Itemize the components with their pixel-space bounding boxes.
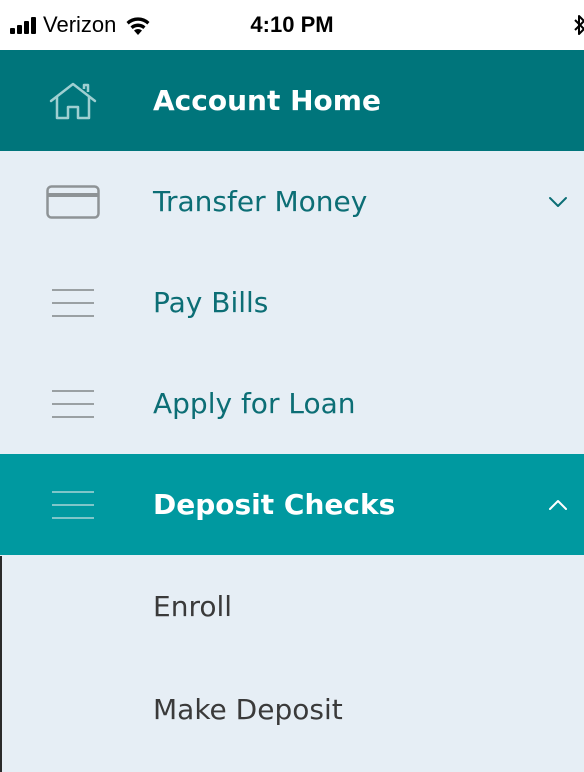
menu-item-pay-bills[interactable]: Pay Bills [0,252,584,353]
credit-card-icon [42,182,104,222]
submenu-item-make-deposit[interactable]: Make Deposit [0,658,584,761]
menu-item-apply-for-loan[interactable]: Apply for Loan [0,353,584,454]
status-bar: Verizon 4:10 PM [0,0,584,50]
menu-item-label: Deposit Checks [153,487,396,521]
chevron-down-icon[interactable] [546,190,570,214]
chevron-up-icon[interactable] [546,493,570,517]
menu-item-label: Pay Bills [153,285,269,319]
house-icon [42,81,104,121]
menu-item-label: Account Home [153,83,381,117]
menu-item-transfer-money[interactable]: Transfer Money [0,151,584,252]
submenu-item-enroll[interactable]: Enroll [0,555,584,658]
menu-item-deposit-checks[interactable]: Deposit Checks [0,454,584,555]
menu-item-label: Transfer Money [153,184,368,218]
bluetooth-icon [574,15,584,35]
menu-item-label: Apply for Loan [153,386,356,420]
submenu-item-label: Enroll [153,589,233,623]
menu-lines-icon [42,485,104,525]
navigation-menu: Account Home Transfer Money Pay Bills Ap… [0,50,584,761]
divider [0,556,2,772]
menu-lines-icon [42,384,104,424]
menu-item-account-home[interactable]: Account Home [0,50,584,151]
submenu-item-label: Make Deposit [153,692,343,726]
menu-lines-icon [42,283,104,323]
status-time: 4:10 PM [250,12,334,37]
